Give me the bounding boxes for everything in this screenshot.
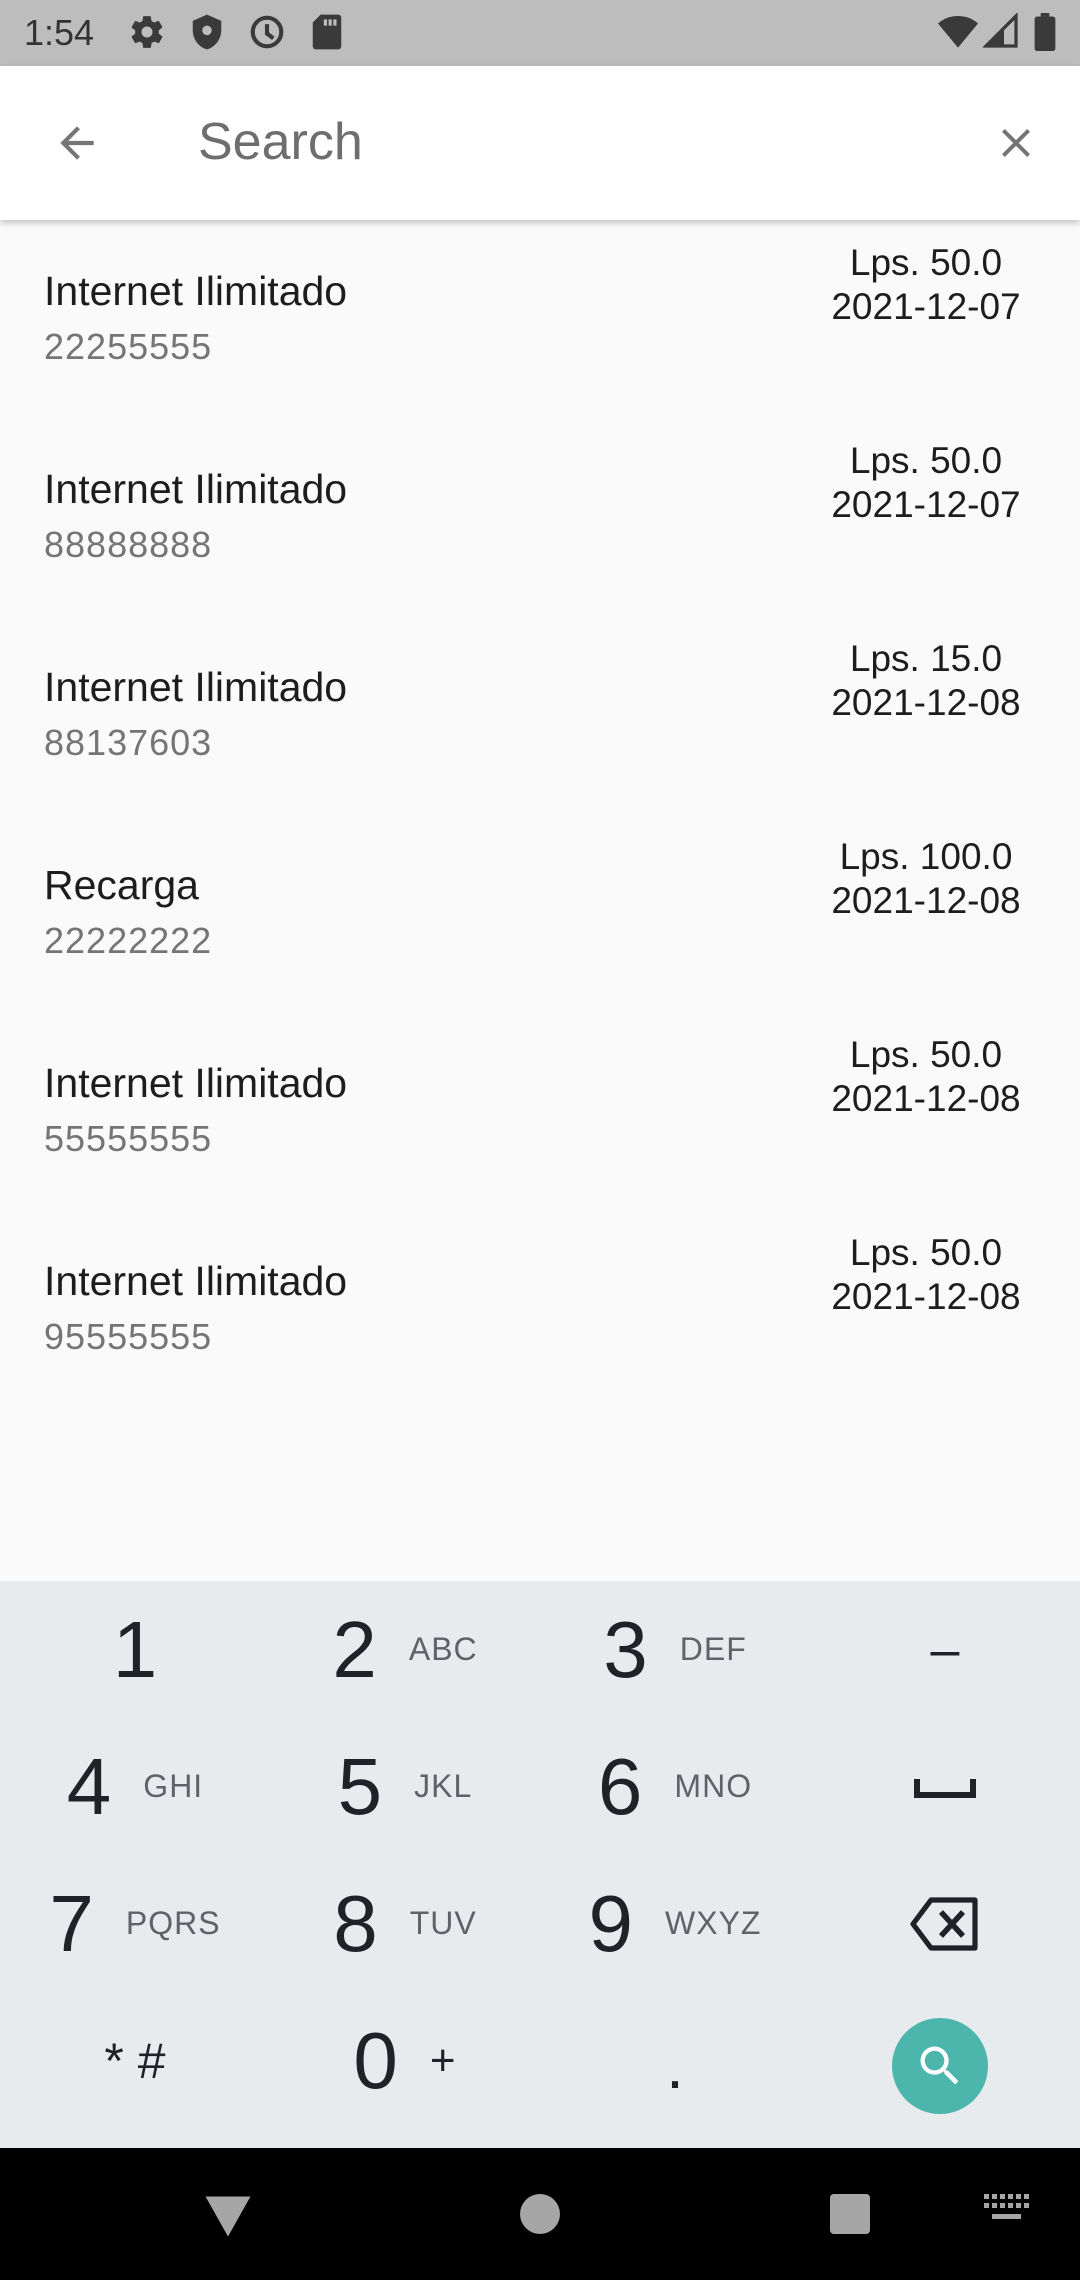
list-item[interactable]: Recarga 22222222 Lps. 100.0 2021-12-08 — [0, 814, 1080, 1012]
item-title: Internet Ilimitado — [44, 466, 348, 512]
key-letters: JKL — [414, 1768, 473, 1804]
navigation-bar — [0, 2148, 1080, 2280]
item-date: 2021-12-07 — [831, 286, 1021, 327]
key-symbol: . — [666, 2029, 684, 2102]
search-app-bar — [0, 66, 1080, 220]
item-date: 2021-12-08 — [831, 1078, 1021, 1119]
key-5[interactable]: 5 JKL — [270, 1718, 540, 1855]
key-digit: 3 — [603, 1604, 648, 1694]
item-title: Internet Ilimitado — [44, 1258, 348, 1304]
key-digit: 4 — [66, 1741, 112, 1831]
list-item[interactable]: Internet Ilimitado 88888888 Lps. 50.0 20… — [0, 418, 1080, 616]
list-item[interactable]: Internet Ilimitado 55555555 Lps. 50.0 20… — [0, 1012, 1080, 1210]
key-letters: TUV — [409, 1905, 477, 1941]
item-amount: Lps. 50.0 — [849, 1232, 1003, 1273]
keyboard-search-button[interactable] — [892, 2018, 988, 2114]
close-icon — [1002, 129, 1030, 157]
key-space[interactable] — [810, 1718, 1080, 1855]
list-item[interactable]: Internet Ilimitado 95555555 Lps. 50.0 20… — [0, 1210, 1080, 1408]
item-phone-number: 22222222 — [44, 920, 213, 961]
settings-icon — [128, 13, 166, 51]
item-title: Internet Ilimitado — [44, 268, 348, 314]
key-letters: PQRS — [125, 1905, 221, 1941]
item-date: 2021-12-08 — [831, 1276, 1021, 1317]
clear-search-button[interactable] — [976, 111, 1056, 175]
key-digit: 9 — [588, 1878, 634, 1968]
key-dash[interactable]: – — [810, 1581, 1080, 1718]
key-backspace[interactable] — [810, 1855, 1080, 1992]
item-date: 2021-12-08 — [831, 682, 1021, 723]
item-amount: Lps. 15.0 — [849, 638, 1003, 679]
search-input[interactable] — [198, 102, 938, 182]
search-icon — [920, 2046, 959, 2085]
item-phone-number: 88888888 — [44, 524, 213, 565]
list-item[interactable]: Internet Ilimitado 22255555 Lps. 50.0 20… — [0, 220, 1080, 418]
item-date: 2021-12-08 — [831, 880, 1021, 921]
wifi-icon — [938, 13, 978, 49]
item-title: Recarga — [44, 862, 199, 908]
transaction-list: Internet Ilimitado 22255555 Lps. 50.0 20… — [0, 220, 1080, 1408]
key-letters: ABC — [408, 1631, 478, 1667]
key-star-hash[interactable]: * # — [0, 1992, 270, 2129]
item-phone-number: 95555555 — [44, 1316, 213, 1357]
key-digit: 8 — [333, 1878, 378, 1968]
key-digit: 2 — [332, 1604, 377, 1694]
key-4[interactable]: 4 GHI — [0, 1718, 270, 1855]
back-button[interactable] — [34, 109, 120, 177]
item-amount: Lps. 50.0 — [849, 1034, 1003, 1075]
arrow-back-icon — [60, 126, 94, 160]
keyboard-icon — [984, 2194, 1029, 2219]
item-amount: Lps. 100.0 — [839, 836, 1013, 877]
item-phone-number: 55555555 — [44, 1118, 213, 1159]
shield-icon — [188, 13, 226, 51]
key-3[interactable]: 3 DEF — [540, 1581, 810, 1718]
item-title: Internet Ilimitado — [44, 664, 348, 710]
key-0[interactable]: 0 + — [270, 1992, 540, 2129]
nav-recents-button[interactable] — [820, 2184, 880, 2244]
key-symbol: * # — [104, 2032, 166, 2089]
status-bar: 1:54 — [0, 0, 1080, 66]
space-icon — [914, 1778, 976, 1798]
key-period[interactable]: . — [540, 1992, 810, 2129]
key-7[interactable]: 7 PQRS — [0, 1855, 270, 1992]
key-digit: 0 — [353, 2015, 398, 2105]
home-circle-icon — [520, 2194, 560, 2234]
item-date: 2021-12-07 — [831, 484, 1021, 525]
backspace-icon — [910, 1896, 978, 1951]
key-symbol: – — [930, 1620, 960, 1679]
key-letters: WXYZ — [665, 1905, 762, 1941]
key-1[interactable]: 1 — [0, 1581, 270, 1718]
back-triangle-icon — [205, 2196, 251, 2237]
nav-home-button[interactable] — [510, 2184, 570, 2244]
item-phone-number: 22255555 — [44, 326, 213, 367]
status-time: 1:54 — [24, 12, 95, 53]
list-item[interactable]: Internet Ilimitado 88137603 Lps. 15.0 20… — [0, 616, 1080, 814]
nav-back-button[interactable] — [198, 2184, 258, 2244]
key-digit: 6 — [597, 1741, 643, 1831]
data-saver-icon — [248, 13, 286, 51]
nav-keyboard-button[interactable] — [982, 2192, 1030, 2224]
sd-card-icon — [310, 13, 344, 51]
recents-square-icon — [830, 2194, 870, 2234]
key-2[interactable]: 2 ABC — [270, 1581, 540, 1718]
key-8[interactable]: 8 TUV — [270, 1855, 540, 1992]
key-digit: 7 — [49, 1878, 94, 1968]
signal-icon — [983, 13, 1019, 49]
item-phone-number: 88137603 — [44, 722, 213, 763]
key-digit: 1 — [112, 1604, 158, 1694]
key-letters: MNO — [674, 1768, 753, 1804]
key-6[interactable]: 6 MNO — [540, 1718, 810, 1855]
item-title: Internet Ilimitado — [44, 1060, 348, 1106]
numeric-keyboard: 1 2 ABC 3 DEF – 4 GHI 5 JKL 6 MNO 7 PQRS… — [0, 1581, 1080, 2148]
key-letters: DEF — [679, 1631, 747, 1667]
item-amount: Lps. 50.0 — [849, 242, 1003, 283]
battery-icon — [1034, 13, 1056, 51]
key-digit: 5 — [337, 1741, 383, 1831]
key-9[interactable]: 9 WXYZ — [540, 1855, 810, 1992]
key-letters: GHI — [143, 1768, 204, 1804]
key-plus: + — [429, 2035, 457, 2085]
item-amount: Lps. 50.0 — [849, 440, 1003, 481]
